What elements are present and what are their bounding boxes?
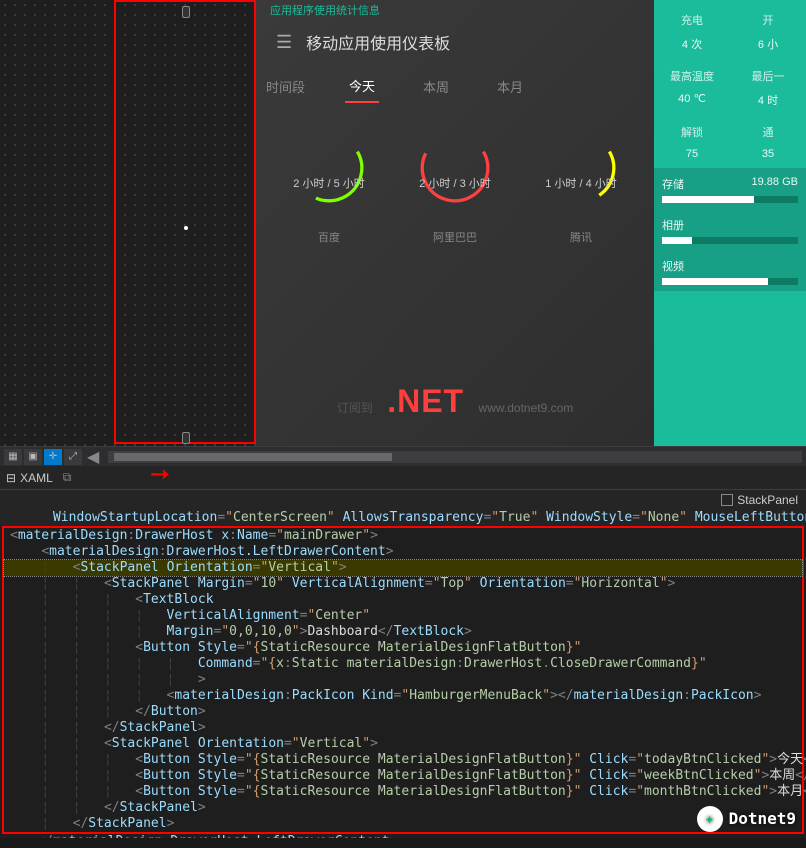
- menu-icon[interactable]: ☰: [276, 32, 292, 53]
- dashboard-panel: 应用程序使用统计信息 ☰ 移动应用使用仪表板 时间段 今天 本周 本月 2 小时…: [256, 0, 654, 446]
- xaml-tab-bar: ⊟ XAML ⧉: [0, 466, 806, 490]
- designer-surface[interactable]: ➘ 应用程序使用统计信息 ☰ 移动应用使用仪表板 时间段 今天 本周 本月 2 …: [0, 0, 806, 446]
- watermark: 订阅到 .NET www.dotnet9.com: [256, 365, 654, 446]
- stat-last: 最后一4 时: [730, 60, 806, 116]
- scroll-left-icon[interactable]: ◀: [87, 447, 99, 467]
- dashboard-header-text: 移动应用使用仪表板: [306, 30, 450, 54]
- period-tabs: 时间段 今天 本周 本月: [256, 64, 654, 109]
- circle-baidu: 2 小时 / 5 小时 百度: [274, 127, 384, 245]
- app-preview: 应用程序使用统计信息 ☰ 移动应用使用仪表板 时间段 今天 本周 本月 2 小时…: [256, 0, 806, 446]
- popout-icon[interactable]: ⧉: [63, 470, 72, 485]
- tool-snap-icon[interactable]: ▣: [24, 449, 42, 465]
- stat-comm: 通35: [730, 116, 806, 168]
- period-label: 时间段: [266, 77, 305, 96]
- dotnet-logo: .NET: [387, 383, 464, 419]
- tool-zoom-icon[interactable]: ⤢: [64, 449, 82, 465]
- xaml-collapse-icon[interactable]: ⊟: [6, 471, 16, 485]
- circle-tencent: 1 小时 / 4 小时 腾讯: [526, 127, 636, 245]
- dashboard-header: ☰ 移动应用使用仪表板: [256, 20, 654, 64]
- breadcrumb-icon[interactable]: [721, 494, 733, 506]
- stat-unlock: 解锁75: [654, 116, 730, 168]
- resize-handle-top[interactable]: [182, 6, 190, 18]
- bar-storage: 存储19.88 GB: [654, 168, 806, 209]
- design-canvas-left[interactable]: [0, 0, 256, 446]
- bar-video: 视频: [654, 250, 806, 291]
- selection-rectangle[interactable]: [114, 0, 256, 444]
- circle-alibaba: 2 小时 / 3 小时 阿里巴巴: [400, 127, 510, 245]
- stat-temp: 最高温度40 ℃: [654, 60, 730, 116]
- code-editor[interactable]: WindowStartupLocation="CenterScreen" All…: [0, 510, 806, 838]
- watermark-url: www.dotnet9.com: [479, 401, 574, 415]
- stat-charge: 充电4 次: [654, 4, 730, 60]
- tab-week[interactable]: 本周: [419, 71, 453, 102]
- tool-grid-icon[interactable]: ▦: [4, 449, 22, 465]
- app-title: 应用程序使用统计信息: [256, 0, 654, 20]
- stat-open: 开6 小: [730, 4, 806, 60]
- tab-month[interactable]: 本月: [493, 71, 527, 102]
- stats-sidebar: 充电4 次 开6 小 最高温度40 ℃ 最后一4 时 解锁75 通35 存储19…: [654, 0, 806, 446]
- breadcrumb-text[interactable]: StackPanel: [737, 493, 798, 507]
- wechat-watermark: ✦ Dotnet9: [697, 806, 796, 832]
- resize-handle-bottom[interactable]: [182, 432, 190, 444]
- xaml-tab[interactable]: XAML: [20, 471, 53, 485]
- bar-album: 相册: [654, 209, 806, 250]
- breadcrumb-bar: StackPanel: [0, 490, 806, 510]
- designer-toolbar: ▦ ▣ ✛ ⤢ ◀: [0, 446, 806, 466]
- selection-dot: [184, 226, 188, 230]
- tool-guides-icon[interactable]: ✛: [44, 449, 62, 465]
- wechat-icon: ✦: [697, 806, 723, 832]
- horizontal-scrollbar[interactable]: [108, 451, 802, 463]
- usage-circles: 2 小时 / 5 小时 百度 2 小时 / 3 小时 阿里巴巴 1 小时 / 4…: [256, 109, 654, 255]
- tab-today[interactable]: 今天: [345, 70, 379, 103]
